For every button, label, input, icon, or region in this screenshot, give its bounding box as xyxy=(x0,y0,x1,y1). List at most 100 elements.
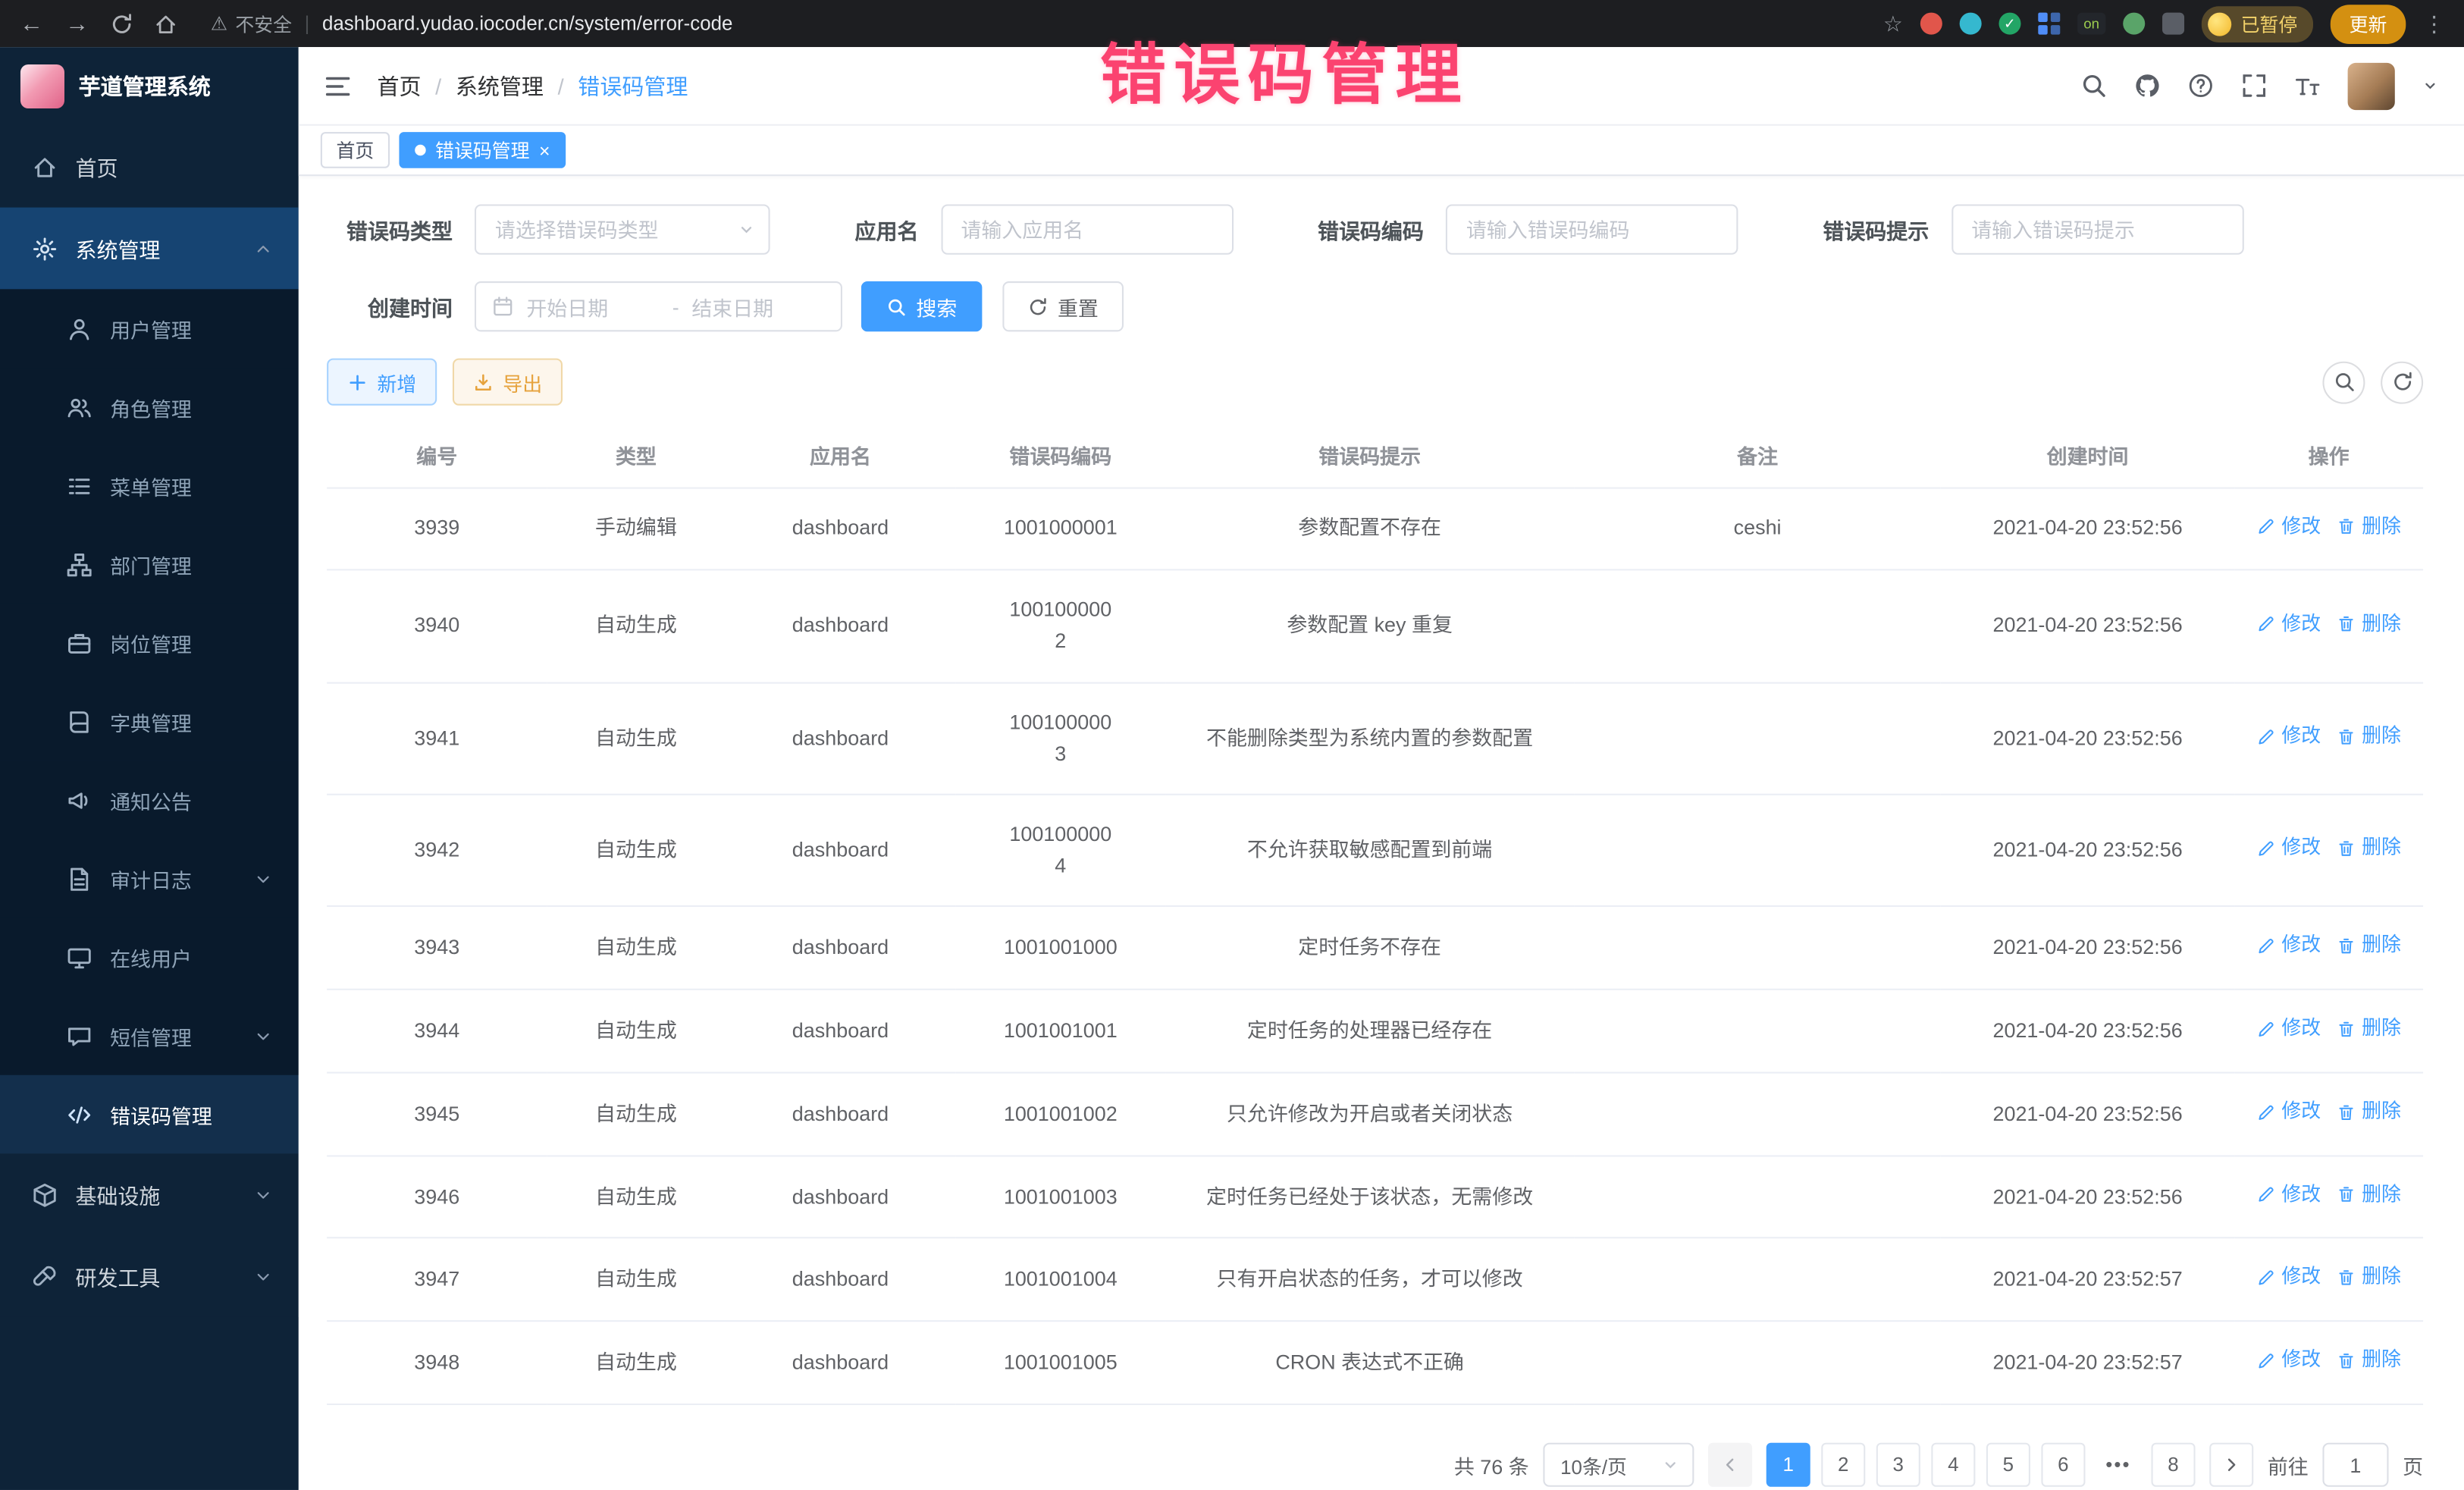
app-logo[interactable]: 芋道管理系统 xyxy=(0,47,299,126)
page-button-3[interactable]: 3 xyxy=(1876,1443,1920,1487)
delete-link[interactable]: 删除 xyxy=(2337,1346,2401,1376)
search-button[interactable]: 搜索 xyxy=(861,281,983,331)
not-secure-label[interactable]: ⚠不安全 xyxy=(211,10,292,36)
tab-error-code[interactable]: 错误码管理 × xyxy=(399,132,566,168)
error-hint-field[interactable] xyxy=(1951,204,2243,254)
tab-home[interactable]: 首页 xyxy=(321,132,390,168)
page-button-4[interactable]: 4 xyxy=(1931,1443,1975,1487)
edit-link[interactable]: 修改 xyxy=(2256,609,2321,639)
delete-link[interactable]: 删除 xyxy=(2337,512,2401,542)
profile-paused-badge[interactable]: 已暂停 xyxy=(2202,5,2313,42)
add-button[interactable]: 新增 xyxy=(327,359,437,406)
forward-icon[interactable]: → xyxy=(64,10,89,36)
sidebar-item-devtool[interactable]: 研发工具 xyxy=(0,1235,299,1317)
refresh-table-button[interactable] xyxy=(2381,361,2423,403)
back-icon[interactable]: ← xyxy=(19,10,44,36)
sidebar-item-sms[interactable]: 短信管理 xyxy=(0,996,299,1075)
font-size-icon[interactable] xyxy=(2294,72,2321,99)
home-icon[interactable] xyxy=(154,12,177,36)
delete-link[interactable]: 删除 xyxy=(2337,833,2401,864)
error-code-field[interactable] xyxy=(1446,204,1738,254)
date-range-picker[interactable]: 开始日期 - 结束日期 xyxy=(475,281,842,331)
sidebar-item-menu[interactable]: 菜单管理 xyxy=(0,447,299,525)
error-code-input[interactable] xyxy=(1446,204,1738,254)
extension-icon[interactable] xyxy=(2123,13,2145,35)
app-name-field[interactable] xyxy=(941,204,1234,254)
close-icon[interactable]: × xyxy=(539,141,550,160)
error-hint-input[interactable] xyxy=(1951,204,2243,254)
page-jump-input[interactable] xyxy=(2322,1443,2388,1487)
sidebar-item-online[interactable]: 在线用户 xyxy=(0,918,299,996)
address-bar[interactable]: ⚠不安全 | dashboard.yudao.iocoder.cn/system… xyxy=(211,10,733,36)
chevron-down-icon xyxy=(253,1266,274,1287)
delete-link[interactable]: 删除 xyxy=(2337,1014,2401,1044)
sidebar-item-dept[interactable]: 部门管理 xyxy=(0,525,299,604)
sidebar-item-home[interactable]: 首页 xyxy=(0,126,299,208)
page-button-6[interactable]: 6 xyxy=(2041,1443,2085,1487)
end-date-placeholder[interactable]: 结束日期 xyxy=(691,291,825,321)
extension-icon[interactable] xyxy=(1920,13,1942,35)
page-button-1[interactable]: 1 xyxy=(1766,1443,1810,1487)
error-type-select[interactable] xyxy=(475,204,770,254)
prev-page-button[interactable] xyxy=(1708,1443,1752,1487)
fullscreen-icon[interactable] xyxy=(2241,72,2268,99)
sidebar-item-dict[interactable]: 字典管理 xyxy=(0,682,299,761)
delete-link[interactable]: 删除 xyxy=(2337,609,2401,639)
browser-actions: ☆ ✓ on 已暂停 更新 ⋮ xyxy=(1883,4,2445,43)
export-button[interactable]: 导出 xyxy=(453,359,563,406)
edit-link[interactable]: 修改 xyxy=(2256,1263,2321,1293)
page-button-2[interactable]: 2 xyxy=(1821,1443,1865,1487)
edit-link[interactable]: 修改 xyxy=(2256,1096,2321,1127)
edit-link[interactable]: 修改 xyxy=(2256,1014,2321,1044)
sidebar-item-system[interactable]: 系统管理 xyxy=(0,208,299,290)
edit-link[interactable]: 修改 xyxy=(2256,1346,2321,1376)
reset-button[interactable]: 重置 xyxy=(1002,281,1124,331)
search-icon[interactable] xyxy=(2080,72,2107,99)
extension-icon[interactable] xyxy=(2162,13,2184,35)
next-page-button[interactable] xyxy=(2209,1443,2253,1487)
page-size-input[interactable] xyxy=(1543,1443,1694,1487)
edit-link[interactable]: 修改 xyxy=(2256,1180,2321,1210)
sidebar-item-notice[interactable]: 通知公告 xyxy=(0,761,299,839)
page-button-8[interactable]: 8 xyxy=(2151,1443,2195,1487)
browser-menu-icon[interactable]: ⋮ xyxy=(2423,10,2445,36)
cell-id: 3947 xyxy=(327,1238,547,1321)
sidebar-item-infra[interactable]: 基础设施 xyxy=(0,1153,299,1235)
delete-link[interactable]: 删除 xyxy=(2337,1263,2401,1293)
chevron-down-icon[interactable] xyxy=(2422,77,2439,95)
extension-icon[interactable] xyxy=(1960,13,1982,35)
app-name-input[interactable] xyxy=(941,204,1234,254)
sidebar-item-post[interactable]: 岗位管理 xyxy=(0,604,299,682)
delete-link[interactable]: 删除 xyxy=(2337,930,2401,961)
delete-link[interactable]: 删除 xyxy=(2337,1180,2401,1210)
browser-update-button[interactable]: 更新 xyxy=(2331,4,2406,43)
delete-link[interactable]: 删除 xyxy=(2337,721,2401,751)
breadcrumb-home[interactable]: 首页 xyxy=(377,70,421,101)
url-text[interactable]: dashboard.yudao.iocoder.cn/system/error-… xyxy=(322,13,733,35)
github-icon[interactable] xyxy=(2134,72,2161,99)
extension-icon[interactable] xyxy=(2038,13,2060,35)
delete-link[interactable]: 删除 xyxy=(2337,1096,2401,1127)
page-button-5[interactable]: 5 xyxy=(1986,1443,2030,1487)
sidebar-item-errcode[interactable]: 错误码管理 xyxy=(0,1075,299,1154)
toggle-search-button[interactable] xyxy=(2322,361,2365,403)
breadcrumb-system[interactable]: 系统管理 xyxy=(456,70,544,101)
collapse-menu-icon[interactable] xyxy=(324,71,352,99)
start-date-placeholder[interactable]: 开始日期 xyxy=(526,291,660,321)
reload-icon[interactable] xyxy=(110,12,133,36)
edit-link[interactable]: 修改 xyxy=(2256,930,2321,961)
extension-icon[interactable]: on xyxy=(2077,13,2105,35)
edit-link[interactable]: 修改 xyxy=(2256,512,2321,542)
edit-link[interactable]: 修改 xyxy=(2256,833,2321,864)
error-type-input[interactable] xyxy=(475,204,770,254)
extension-icon[interactable]: ✓ xyxy=(1998,13,2020,35)
sidebar-item-user[interactable]: 用户管理 xyxy=(0,289,299,368)
bookmark-star-icon[interactable]: ☆ xyxy=(1883,10,1903,36)
user-avatar[interactable] xyxy=(2348,62,2395,109)
help-icon[interactable] xyxy=(2187,72,2214,99)
page-size-select[interactable] xyxy=(1543,1443,1694,1487)
edit-link[interactable]: 修改 xyxy=(2256,721,2321,751)
sidebar-item-audit[interactable]: 审计日志 xyxy=(0,839,299,918)
pager-more-button[interactable]: ••• xyxy=(2096,1443,2140,1487)
sidebar-item-role[interactable]: 角色管理 xyxy=(0,368,299,447)
